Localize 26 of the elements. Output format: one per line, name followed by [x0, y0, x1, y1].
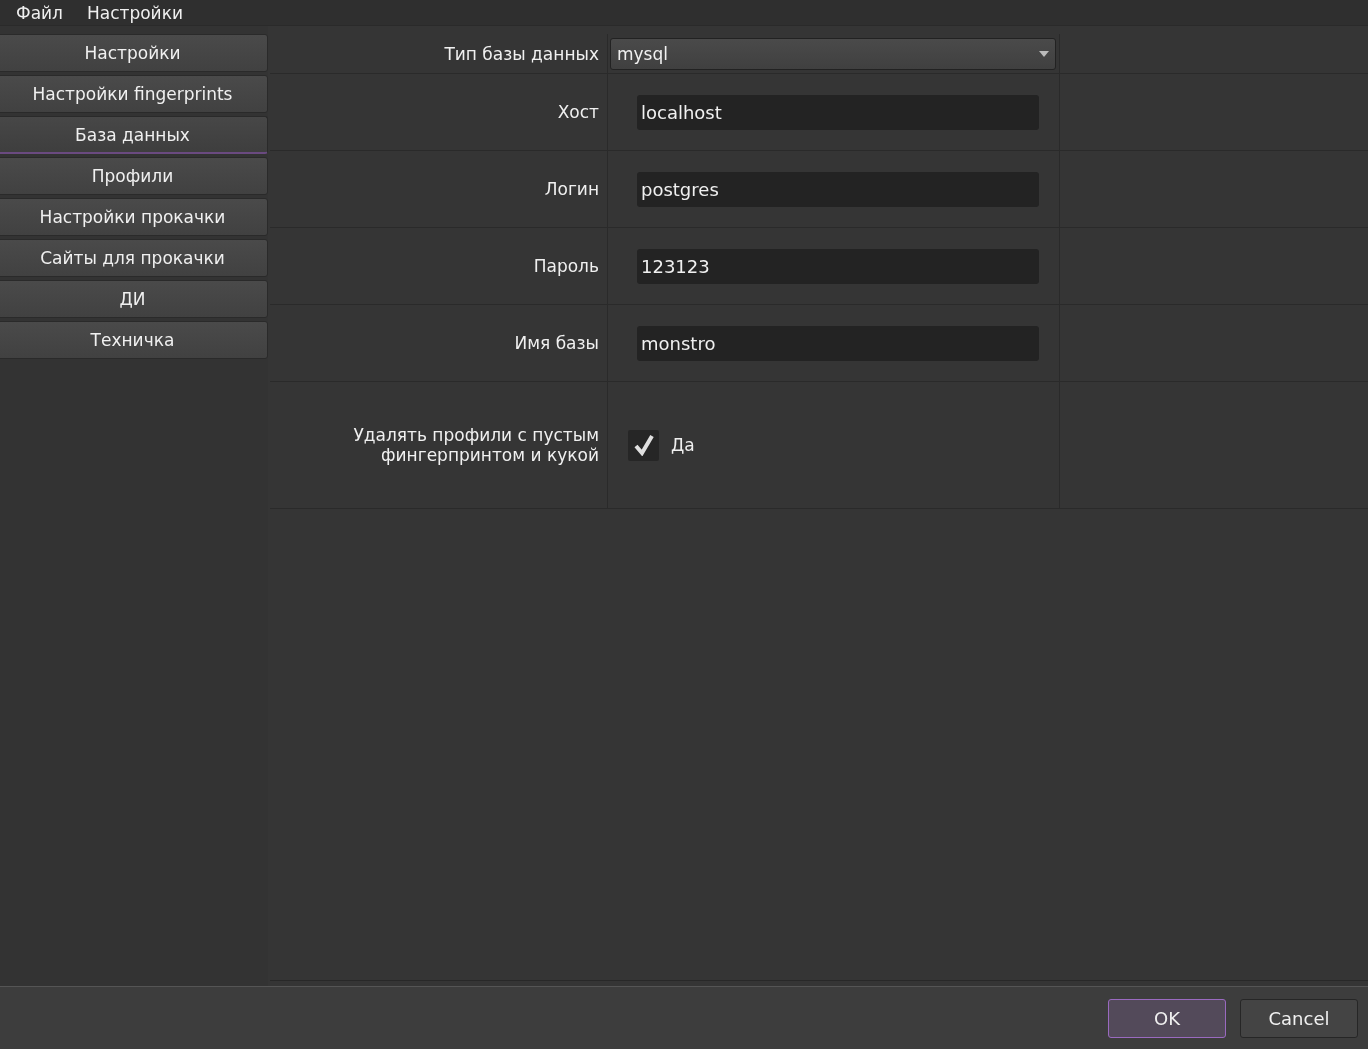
- sidebar-button[interactable]: Настройки: [0, 34, 268, 72]
- field-label: Удалять профили с пустым фингерпринтом и кукой: [352, 425, 599, 465]
- sidebar-button[interactable]: База данных: [0, 116, 268, 154]
- ok-button[interactable]: OK: [1108, 998, 1226, 1038]
- input-field[interactable]: localhost: [637, 94, 1039, 130]
- checkbox[interactable]: [628, 429, 659, 461]
- sidebar-button[interactable]: Техничка: [0, 321, 268, 359]
- field-label: Хост: [557, 102, 599, 122]
- sidebar-button[interactable]: Профили: [0, 157, 268, 195]
- input-field[interactable]: postgres: [637, 171, 1039, 207]
- sidebar-button[interactable]: Настройки прокачки: [0, 198, 268, 236]
- checkbox-label: Да: [671, 435, 695, 455]
- sidebar-button[interactable]: ДИ: [0, 280, 268, 318]
- sidebar-button[interactable]: Настройки fingerprints: [0, 75, 268, 113]
- sidebar-button[interactable]: Сайты для прокачки: [0, 239, 268, 277]
- caret-icon: [1039, 50, 1049, 57]
- field-label: Тип базы данных: [444, 43, 599, 64]
- field-label: Пароль: [533, 256, 599, 276]
- input-field[interactable]: monstro: [637, 325, 1039, 361]
- input-field[interactable]: 123123: [637, 248, 1039, 284]
- field-label: Логин: [544, 179, 599, 199]
- cancel-button[interactable]: Cancel: [1240, 998, 1358, 1038]
- menu-item[interactable]: Настройки: [78, 2, 191, 23]
- database-type-dropdown[interactable]: mysql: [610, 37, 1056, 70]
- menu-item[interactable]: Файл: [8, 2, 71, 23]
- field-label: Имя базы: [514, 333, 599, 353]
